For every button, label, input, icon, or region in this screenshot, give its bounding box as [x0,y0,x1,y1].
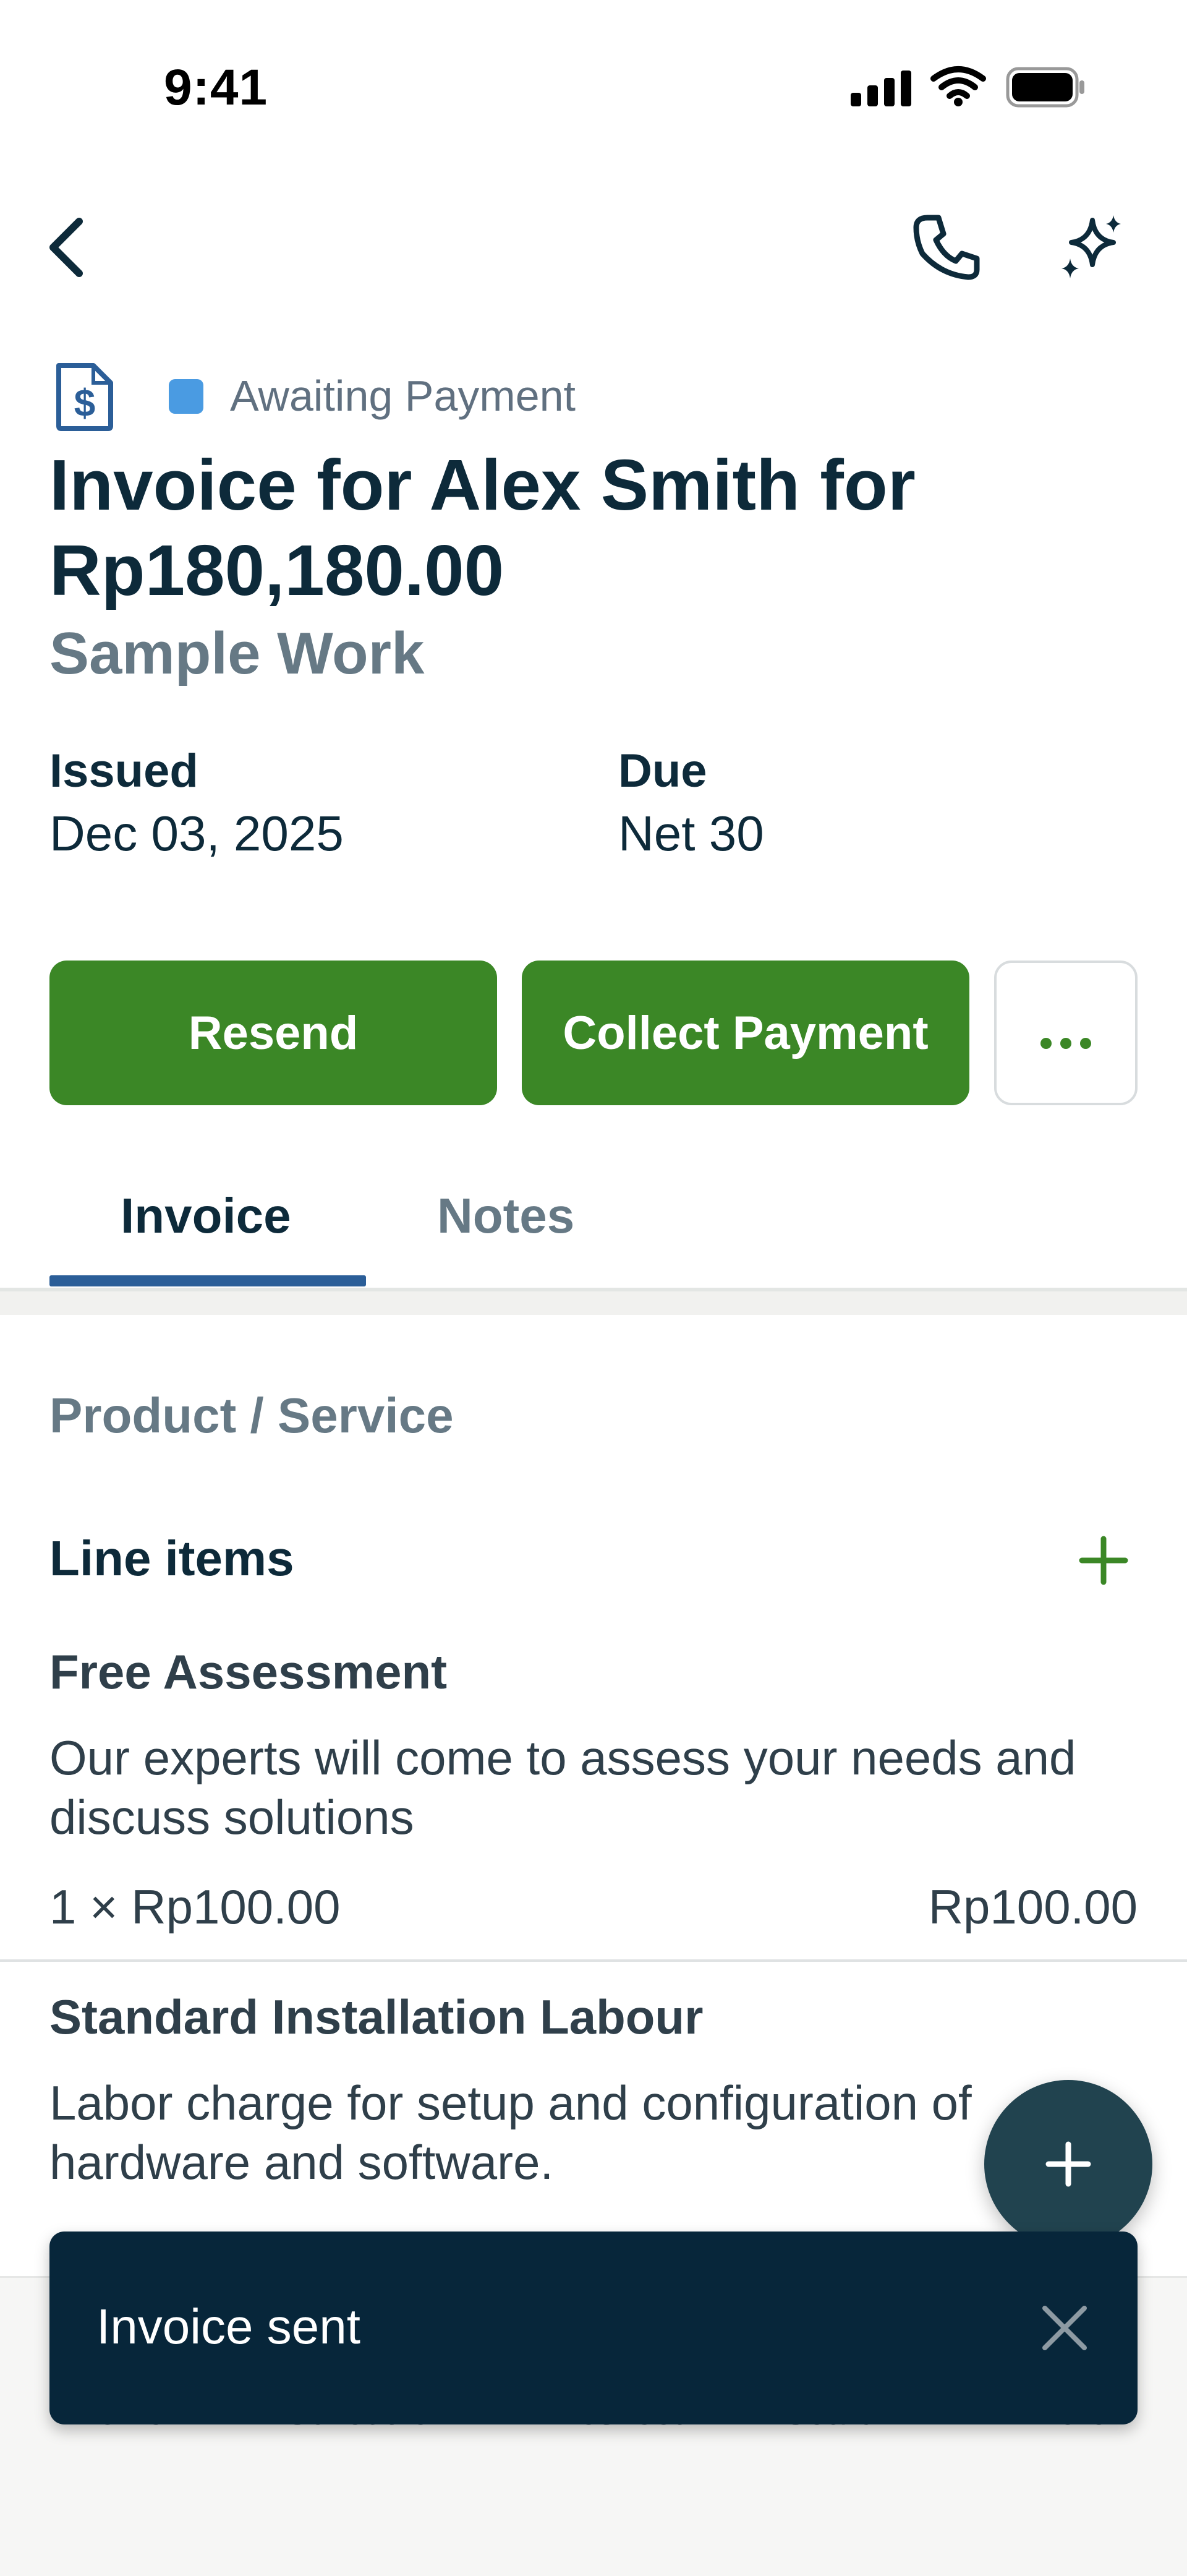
tab-invoice[interactable]: Invoice [121,1187,291,1244]
invoice-status: Awaiting Payment [230,372,576,420]
line-item-description: Our experts will come to assess your nee… [49,1731,1076,1844]
more-options-button[interactable] [994,961,1138,1105]
status-indicator [169,379,203,414]
floating-add-button[interactable] [984,2080,1152,2248]
active-tab-indicator [49,1275,366,1286]
due-label: Due [618,745,707,797]
section-label: Product / Service [49,1388,454,1443]
tab-notes[interactable]: Notes [437,1187,574,1244]
line-items-heading: Line items [49,1531,294,1586]
plus-icon [1045,2141,1091,2187]
issued-label: Issued [49,745,198,797]
section-separator [0,1291,1187,1315]
line-item-description: Labor charge for setup and configuration… [49,2076,972,2189]
page-title: Invoice for Alex Smith for Rp180,180.00 [49,445,916,610]
line-item-total: Rp100.00 [928,1880,1138,1934]
line-item-name[interactable]: Standard Installation Labour [49,1989,703,2045]
row-divider [0,1959,1187,1962]
collect-payment-button-label: Collect Payment [563,1006,929,1059]
close-icon[interactable] [1036,2300,1093,2356]
resend-button[interactable]: Resend [49,961,497,1105]
cellular-signal-icon [851,69,913,106]
resend-button-label: Resend [188,1006,359,1059]
wifi-icon [930,66,986,106]
issued-date: Dec 03, 2025 [49,806,344,861]
collect-payment-button[interactable]: Collect Payment [522,961,969,1105]
toast-notification: Invoice sent [49,2232,1138,2424]
line-item-name[interactable]: Free Assessment [49,1644,447,1700]
status-time: 9:41 [164,59,268,116]
sparkle-icon[interactable] [1054,210,1128,285]
page-subtitle: Sample Work [49,620,425,687]
svg-text:$: $ [74,382,95,425]
phone-icon[interactable] [909,210,983,285]
due-value: Net 30 [618,806,764,861]
add-line-item-icon[interactable] [1076,1533,1131,1588]
battery-icon [1006,67,1084,108]
line-item-quantity-price: 1 × Rp100.00 [49,1880,341,1934]
chevron-left-icon[interactable] [42,210,91,285]
more-horizontal-icon [1036,1006,1096,1060]
invoice-document-icon: $ [56,363,113,431]
toast-message: Invoice sent [96,2299,360,2354]
